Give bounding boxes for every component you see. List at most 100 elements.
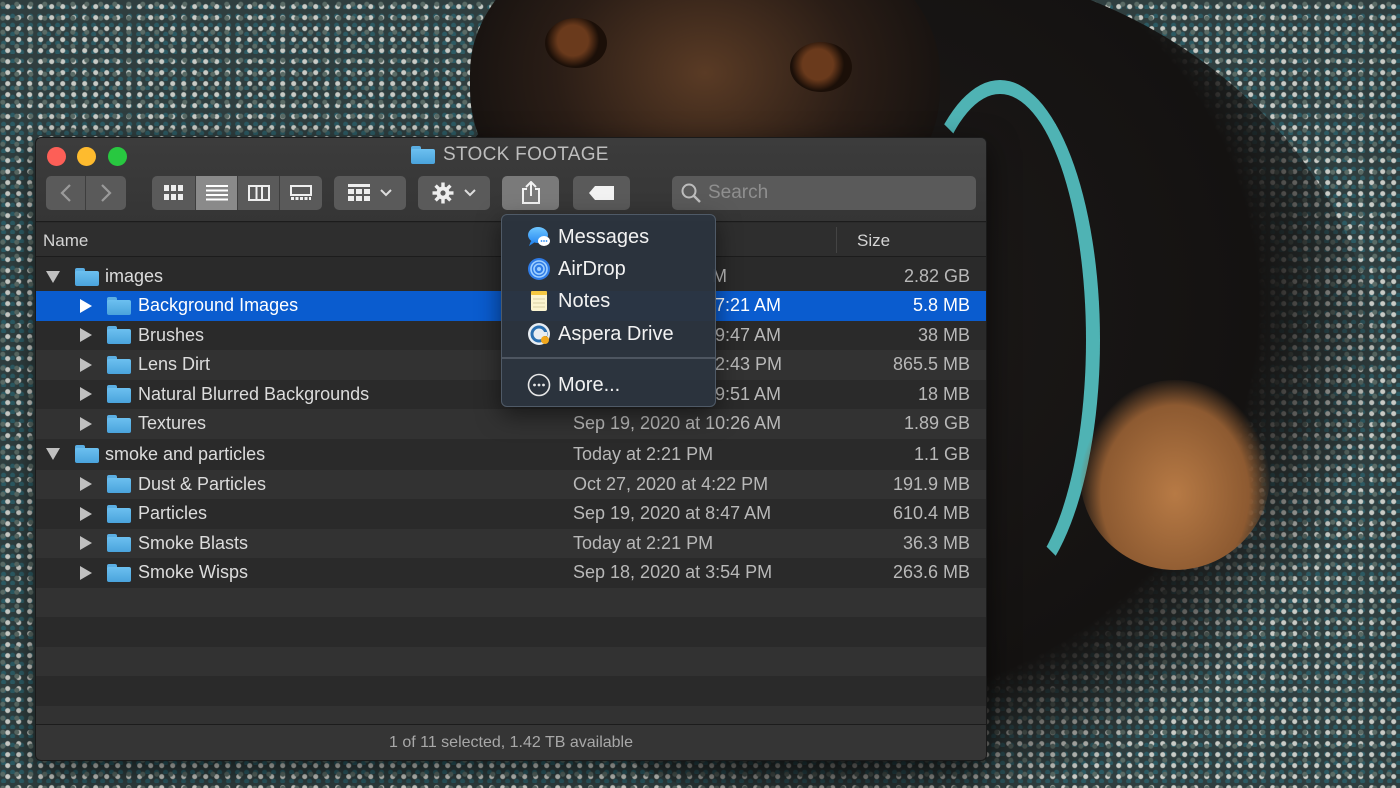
table-row[interactable]: Textures Sep 19, 2020 at 10:26 AM 1.89 G…: [36, 409, 986, 439]
icon-view-button[interactable]: [152, 176, 196, 210]
aspera-drive-icon: [528, 323, 550, 345]
file-size: 1.1 GB: [913, 443, 970, 464]
column-view-icon: [247, 185, 270, 201]
gear-icon: [432, 182, 454, 204]
column-divider[interactable]: [836, 227, 837, 253]
file-size: 1.89 GB: [903, 413, 970, 434]
file-size: 610.4 MB: [892, 503, 970, 524]
folder-icon: [107, 296, 131, 315]
list-view-button[interactable]: [196, 176, 238, 210]
share-menu: Messages AirDrop Notes Aspera Drive More…: [501, 214, 716, 407]
file-size: 263.6 MB: [892, 562, 970, 583]
empty-row: [36, 676, 986, 706]
tag-button[interactable]: [573, 176, 630, 210]
disclosure-triangle-expanded-icon[interactable]: [46, 270, 60, 283]
table-row[interactable]: Smoke Wisps Sep 18, 2020 at 3:54 PM 263.…: [36, 558, 986, 588]
dog-paw: [1080, 380, 1270, 570]
share-icon: [521, 181, 540, 204]
date-modified: Oct 27, 2020 at 4:22 PM: [573, 473, 769, 494]
list-view-icon: [205, 185, 228, 201]
file-name: Smoke Wisps: [138, 562, 249, 583]
empty-row: [36, 646, 986, 676]
table-row[interactable]: Dust & Particles Oct 27, 2020 at 4:22 PM…: [36, 469, 986, 499]
notes-icon: [531, 291, 547, 311]
search-input[interactable]: [708, 182, 958, 204]
date-modified: 9:47 AM: [715, 324, 782, 345]
disclosure-triangle-icon[interactable]: [80, 357, 92, 372]
empty-row: [36, 587, 986, 617]
menu-separator: [502, 357, 715, 359]
table-row[interactable]: smoke and particles Today at 2:21 PM 1.1…: [36, 438, 986, 470]
column-header-size[interactable]: Size: [857, 231, 890, 251]
folder-icon: [107, 414, 131, 433]
disclosure-triangle-icon[interactable]: [80, 506, 92, 521]
forward-button[interactable]: [86, 176, 126, 210]
file-name: images: [105, 266, 164, 286]
dog-eye-right: [790, 42, 852, 92]
menu-item-airdrop[interactable]: AirDrop: [502, 254, 715, 284]
messages-icon: [528, 227, 550, 246]
file-name: Textures: [138, 413, 207, 434]
date-modified: Sep 19, 2020 at 8:47 AM: [573, 503, 772, 524]
chevron-down-icon: [464, 189, 476, 197]
file-size: 2.82 GB: [903, 266, 970, 286]
disclosure-triangle-icon[interactable]: [80, 387, 92, 402]
window-title: STOCK FOOTAGE: [411, 143, 609, 167]
file-size: 18 MB: [917, 383, 970, 404]
file-name: Lens Dirt: [138, 354, 211, 375]
action-button[interactable]: [418, 176, 490, 210]
menu-item-more[interactable]: More...: [502, 370, 715, 400]
date-modified: Sep 19, 2020 at 10:26 AM: [573, 413, 782, 434]
file-size: 865.5 MB: [892, 354, 970, 375]
close-button[interactable]: [47, 147, 66, 166]
date-modified: 2:43 PM: [715, 354, 783, 375]
disclosure-triangle-icon[interactable]: [80, 416, 92, 431]
folder-icon: [75, 445, 99, 463]
menu-item-aspera-drive[interactable]: Aspera Drive: [502, 319, 715, 349]
menu-item-label: Notes: [558, 289, 611, 312]
file-name: Background Images: [138, 295, 299, 316]
search-icon: [681, 183, 701, 203]
file-name: smoke and particles: [105, 443, 266, 464]
column-view-button[interactable]: [238, 176, 280, 210]
chevron-left-icon: [59, 184, 71, 202]
empty-row: [36, 617, 986, 647]
disclosure-triangle-expanded-icon[interactable]: [46, 448, 60, 460]
file-name: Natural Blurred Backgrounds: [138, 383, 370, 404]
airdrop-icon: [528, 258, 550, 280]
disclosure-triangle-icon[interactable]: [80, 328, 92, 343]
disclosure-triangle-icon[interactable]: [80, 298, 92, 313]
menu-item-messages[interactable]: Messages: [502, 222, 715, 252]
folder-icon: [75, 267, 99, 286]
more-icon: [527, 373, 551, 397]
file-name: Brushes: [138, 324, 205, 345]
table-row[interactable]: Smoke Blasts Today at 2:21 PM 36.3 MB: [36, 528, 986, 558]
nav-buttons: [46, 176, 126, 210]
folder-icon: [107, 504, 131, 523]
menu-item-notes[interactable]: Notes: [502, 286, 715, 316]
disclosure-triangle-icon[interactable]: [80, 477, 92, 492]
file-size: 5.8 MB: [912, 295, 970, 316]
disclosure-triangle-icon[interactable]: [80, 536, 92, 551]
share-button[interactable]: [502, 176, 559, 210]
folder-icon: [107, 385, 131, 404]
zoom-button[interactable]: [108, 147, 127, 166]
disclosure-triangle-icon[interactable]: [80, 565, 92, 580]
menu-item-label: Aspera Drive: [558, 322, 674, 345]
file-size: 38 MB: [917, 324, 970, 345]
date-modified: Sep 18, 2020 at 3:54 PM: [573, 562, 773, 583]
window-title-text: STOCK FOOTAGE: [443, 144, 609, 165]
back-button[interactable]: [46, 176, 86, 210]
search-field[interactable]: [672, 176, 976, 210]
menu-item-label: AirDrop: [558, 257, 626, 280]
table-row[interactable]: Particles Sep 19, 2020 at 8:47 AM 610.4 …: [36, 499, 986, 529]
column-header-name[interactable]: Name: [43, 231, 88, 251]
file-name: Particles: [138, 503, 208, 524]
gallery-view-button[interactable]: [280, 176, 322, 210]
gallery-view-icon: [290, 185, 312, 200]
group-grid-icon: [348, 184, 370, 201]
minimize-button[interactable]: [77, 147, 96, 166]
icon-view-icon: [163, 185, 183, 200]
title-bar: STOCK FOOTAGE: [36, 138, 986, 222]
group-button[interactable]: [334, 176, 406, 210]
